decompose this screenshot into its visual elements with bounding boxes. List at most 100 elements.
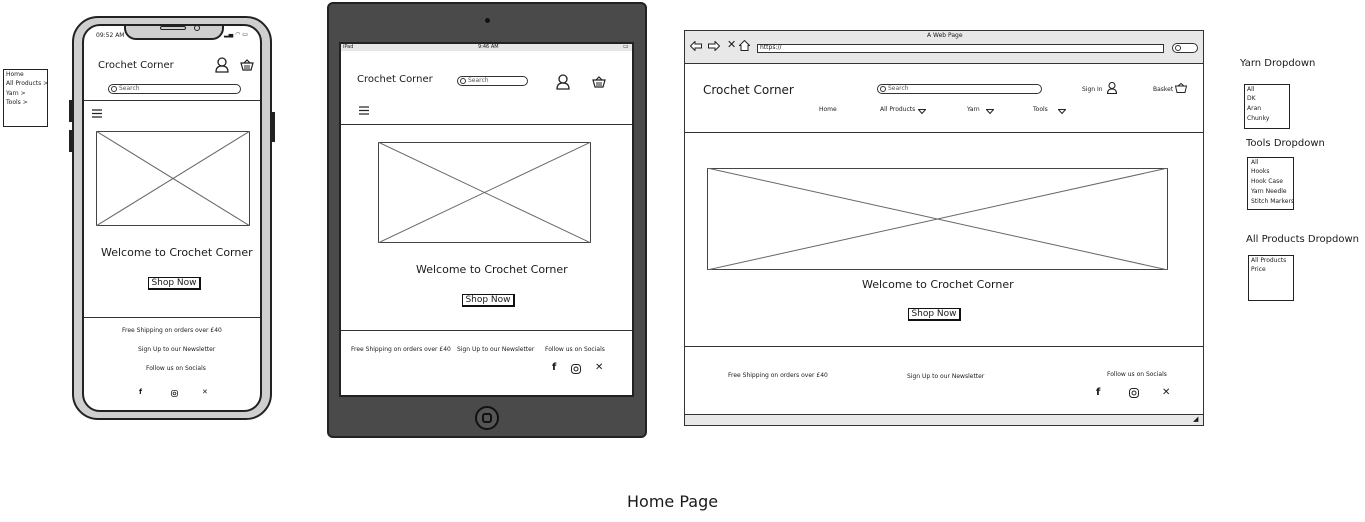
- shop-now-button[interactable]: Shop Now: [908, 308, 961, 321]
- tablet-screen: iPad 9:46 AM ▭ Crochet Corner Search Wel…: [339, 42, 634, 397]
- nav-all-products[interactable]: All Products: [880, 106, 915, 113]
- nav-home[interactable]: Home: [819, 106, 837, 113]
- browser-window-title: A Web Page: [927, 32, 963, 39]
- footer-newsletter[interactable]: Sign Up to our Newsletter: [138, 346, 215, 353]
- tablet-home-button[interactable]: [475, 406, 499, 430]
- phone-side-button: [272, 112, 275, 142]
- yarn-dropdown-title: Yarn Dropdown: [1240, 58, 1316, 69]
- welcome-heading: Welcome to Crochet Corner: [862, 278, 1014, 291]
- back-icon[interactable]: [690, 41, 702, 51]
- tools-dropdown-title: Tools Dropdown: [1246, 138, 1325, 149]
- dropdown-item[interactable]: All: [1247, 86, 1254, 93]
- search-icon: [111, 86, 117, 92]
- search-icon: [460, 78, 466, 84]
- welcome-heading: Welcome to Crochet Corner: [101, 246, 253, 259]
- menu-item-tools[interactable]: Tools >: [6, 99, 28, 106]
- account-icon[interactable]: [556, 74, 570, 90]
- x-icon[interactable]: ✕: [595, 362, 603, 373]
- tablet-status-left: iPad: [343, 44, 354, 50]
- footer-newsletter[interactable]: Sign Up to our Newsletter: [457, 346, 534, 353]
- tablet-status-time: 9:46 AM: [478, 44, 499, 50]
- search-input[interactable]: Search: [457, 76, 528, 86]
- account-icon[interactable]: [1107, 82, 1117, 94]
- phone-notch: [124, 26, 224, 40]
- phone-brand: Crochet Corner: [98, 60, 174, 71]
- facebook-icon[interactable]: f: [139, 388, 142, 396]
- home-icon[interactable]: [739, 40, 750, 51]
- chevron-down-icon[interactable]: [918, 109, 926, 114]
- basket-icon[interactable]: [240, 59, 254, 71]
- hero-image-placeholder: [96, 131, 250, 226]
- menu-item-yarn[interactable]: Yarn >: [6, 90, 26, 97]
- battery-icon: ▭: [623, 43, 629, 50]
- phone-side-button: [69, 100, 72, 122]
- basket-icon[interactable]: [592, 76, 606, 88]
- footer-shipping: Free Shipping on orders over £40: [728, 372, 828, 379]
- browser-search-box[interactable]: [1172, 43, 1198, 53]
- search-input[interactable]: Search: [877, 84, 1042, 94]
- phone-screen: 09:52 AM ▂▄ ◠ ▭ Crochet Corner Search We…: [82, 24, 262, 412]
- dropdown-item[interactable]: All Products: [1251, 257, 1286, 264]
- instagram-icon[interactable]: [171, 390, 178, 397]
- chevron-down-icon[interactable]: [986, 109, 994, 114]
- menu-item-all-products[interactable]: All Products >: [6, 80, 48, 87]
- nav-tools[interactable]: Tools: [1033, 106, 1048, 113]
- tablet-camera: [485, 18, 490, 23]
- all-products-dropdown: All Products Price: [1248, 255, 1294, 301]
- welcome-heading: Welcome to Crochet Corner: [416, 263, 568, 276]
- yarn-dropdown: All DK Aran Chunky: [1244, 84, 1290, 129]
- address-bar[interactable]: https://: [757, 44, 1164, 53]
- browser-window: A Web Page ✕ https:// Crochet Corner Sea…: [684, 30, 1204, 426]
- hero-image-placeholder: [707, 168, 1168, 270]
- footer-newsletter[interactable]: Sign Up to our Newsletter: [907, 373, 984, 380]
- phone-side-button: [69, 130, 72, 152]
- forward-icon[interactable]: [708, 41, 720, 51]
- footer-social: Follow us on Socials: [545, 346, 605, 353]
- dropdown-item[interactable]: DK: [1247, 95, 1256, 102]
- phone-status-time: 09:52 AM: [96, 32, 125, 39]
- search-icon: [880, 86, 886, 92]
- tools-dropdown: All Hooks Hook Case Yarn Needle Stitch M…: [1247, 157, 1294, 210]
- dropdown-item[interactable]: Hook Case: [1251, 178, 1283, 185]
- hamburger-menu-icon[interactable]: [92, 109, 102, 118]
- phone-status-icons: ▂▄ ◠ ▭: [224, 31, 248, 38]
- shop-now-button[interactable]: Shop Now: [148, 277, 201, 290]
- dropdown-item[interactable]: Stitch Markers: [1251, 198, 1294, 205]
- dropdown-item[interactable]: Aran: [1247, 105, 1261, 112]
- footer-shipping: Free Shipping on orders over £40: [122, 327, 222, 334]
- facebook-icon[interactable]: f: [552, 362, 556, 373]
- tablet-brand: Crochet Corner: [357, 74, 433, 85]
- facebook-icon[interactable]: f: [1096, 387, 1100, 398]
- account-icon[interactable]: [215, 57, 229, 73]
- page-title: Home Page: [627, 492, 719, 511]
- hamburger-menu-icon[interactable]: [359, 106, 369, 115]
- dropdown-item[interactable]: Yarn Needle: [1251, 188, 1287, 195]
- basket-icon[interactable]: [1175, 83, 1187, 93]
- shop-now-button[interactable]: Shop Now: [462, 294, 515, 307]
- hero-image-placeholder: [378, 142, 591, 243]
- dropdown-item[interactable]: Price: [1251, 266, 1266, 273]
- dropdown-item[interactable]: All: [1251, 159, 1258, 166]
- nav-yarn[interactable]: Yarn: [967, 106, 980, 113]
- footer-shipping: Free Shipping on orders over £40: [351, 346, 451, 353]
- chevron-down-icon[interactable]: [1058, 109, 1066, 114]
- instagram-icon[interactable]: [571, 364, 581, 374]
- search-input[interactable]: Search: [108, 84, 241, 94]
- resize-grip-icon[interactable]: ◢: [1193, 415, 1198, 423]
- mobile-side-menu: Home All Products > Yarn > Tools >: [3, 69, 48, 127]
- basket-link[interactable]: Basket: [1153, 86, 1173, 93]
- footer-social: Follow us on Socials: [146, 365, 206, 372]
- desktop-brand: Crochet Corner: [703, 83, 794, 97]
- browser-status-bar: [685, 414, 1203, 425]
- instagram-icon[interactable]: [1129, 388, 1139, 398]
- x-icon[interactable]: ✕: [202, 388, 208, 396]
- dropdown-item[interactable]: Hooks: [1251, 168, 1269, 175]
- search-icon: [1175, 45, 1181, 51]
- x-icon[interactable]: ✕: [1162, 387, 1170, 398]
- menu-item-home[interactable]: Home: [6, 71, 24, 78]
- dropdown-item[interactable]: Chunky: [1247, 115, 1269, 122]
- all-products-dropdown-title: All Products Dropdown: [1246, 234, 1359, 245]
- footer-social: Follow us on Socials: [1107, 371, 1167, 378]
- sign-in-link[interactable]: Sign In: [1082, 86, 1103, 93]
- close-icon[interactable]: ✕: [727, 38, 736, 51]
